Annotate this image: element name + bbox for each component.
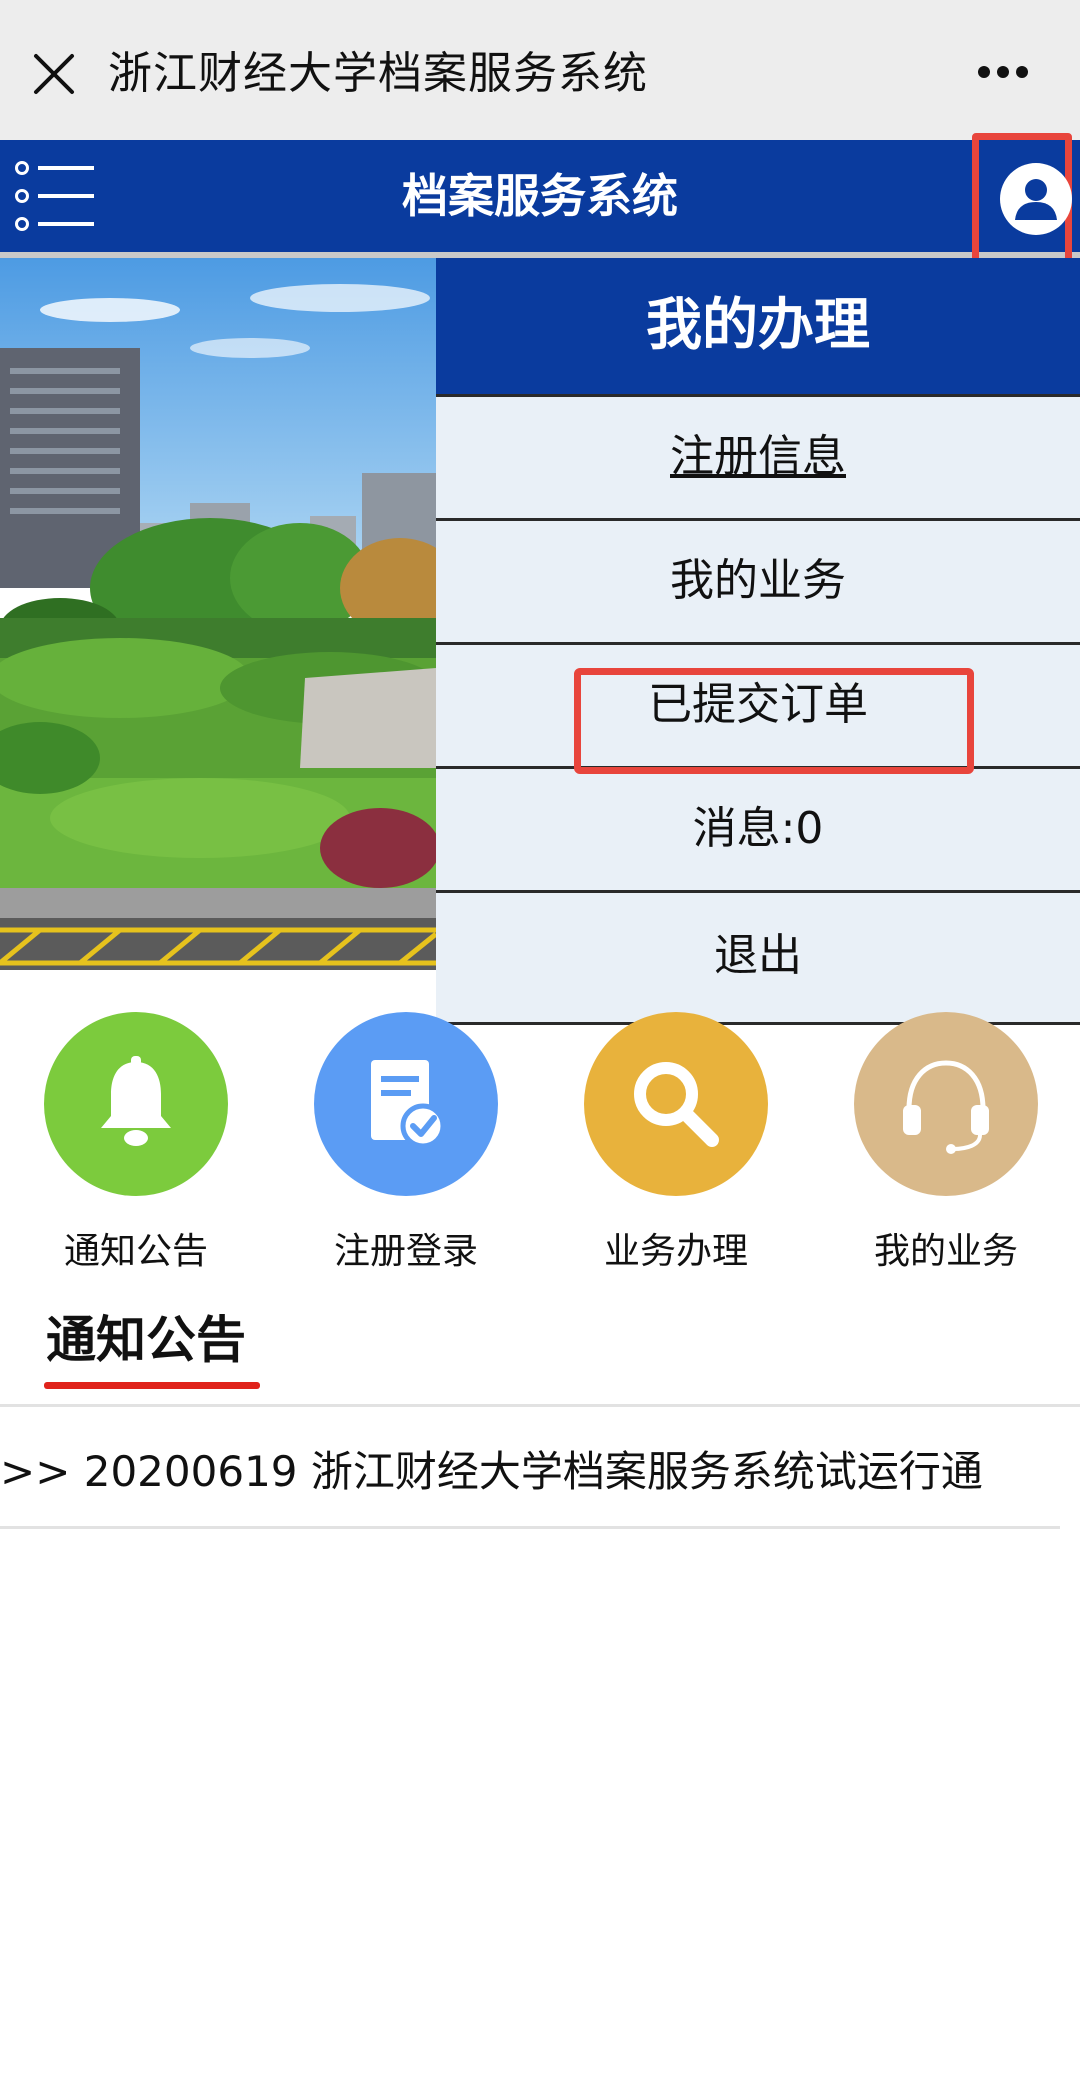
notices-heading-underline bbox=[44, 1382, 260, 1389]
close-icon[interactable] bbox=[32, 52, 76, 96]
menu-item-label: 注册信息 bbox=[670, 431, 846, 482]
menu-item-label: 退出 bbox=[714, 930, 802, 981]
dropdown-heading: 我的办理 bbox=[436, 258, 1080, 394]
campus-photo bbox=[0, 258, 436, 970]
my-handling-dropdown: 我的办理 注册信息 我的业务 已提交订单 消息:0 退出 bbox=[436, 258, 1080, 1026]
search-icon bbox=[584, 1012, 768, 1196]
highlight-box-submitted-orders bbox=[574, 668, 974, 774]
menu-item-messages[interactable]: 消息:0 bbox=[436, 766, 1080, 890]
app-title: 档案服务系统 bbox=[402, 169, 678, 223]
quick-link-label: 我的业务 bbox=[873, 1231, 1018, 1272]
menu-item-label: 我的业务 bbox=[670, 555, 846, 606]
campus-banner-image bbox=[0, 258, 436, 970]
menu-item-logout[interactable]: 退出 bbox=[436, 890, 1080, 1022]
quick-link-label: 业务办理 bbox=[603, 1231, 748, 1272]
headset-icon bbox=[854, 1012, 1038, 1196]
wechat-page-title: 浙江财经大学档案服务系统 bbox=[108, 48, 648, 99]
divider bbox=[0, 1404, 1080, 1407]
quick-link-notices[interactable]: 通知公告 bbox=[36, 1012, 236, 1274]
more-options-icon[interactable] bbox=[976, 62, 1030, 82]
quick-link-my-business[interactable]: 我的业务 bbox=[846, 1012, 1046, 1274]
user-account-button[interactable] bbox=[972, 133, 1072, 265]
quick-link-business-handling[interactable]: 业务办理 bbox=[576, 1012, 776, 1274]
notices-heading: 通知公告 bbox=[46, 1311, 246, 1369]
menu-item-my-business[interactable]: 我的业务 bbox=[436, 518, 1080, 642]
document-check-icon bbox=[314, 1012, 498, 1196]
quick-link-label: 注册登录 bbox=[333, 1231, 478, 1272]
divider bbox=[0, 1526, 1060, 1529]
app-header: 档案服务系统 bbox=[0, 140, 1080, 252]
bell-icon bbox=[44, 1012, 228, 1196]
wechat-title-bar: 浙江财经大学档案服务系统 bbox=[0, 0, 1080, 140]
menu-item-label: 消息:0 bbox=[692, 803, 824, 854]
notice-list-item[interactable]: >> 20200619 浙江财经大学档案服务系统试运行通 bbox=[0, 1444, 1060, 1500]
quick-link-register-login[interactable]: 注册登录 bbox=[306, 1012, 506, 1274]
menu-item-registration-info[interactable]: 注册信息 bbox=[436, 394, 1080, 518]
quick-link-label: 通知公告 bbox=[63, 1231, 208, 1272]
user-icon bbox=[1000, 163, 1072, 235]
